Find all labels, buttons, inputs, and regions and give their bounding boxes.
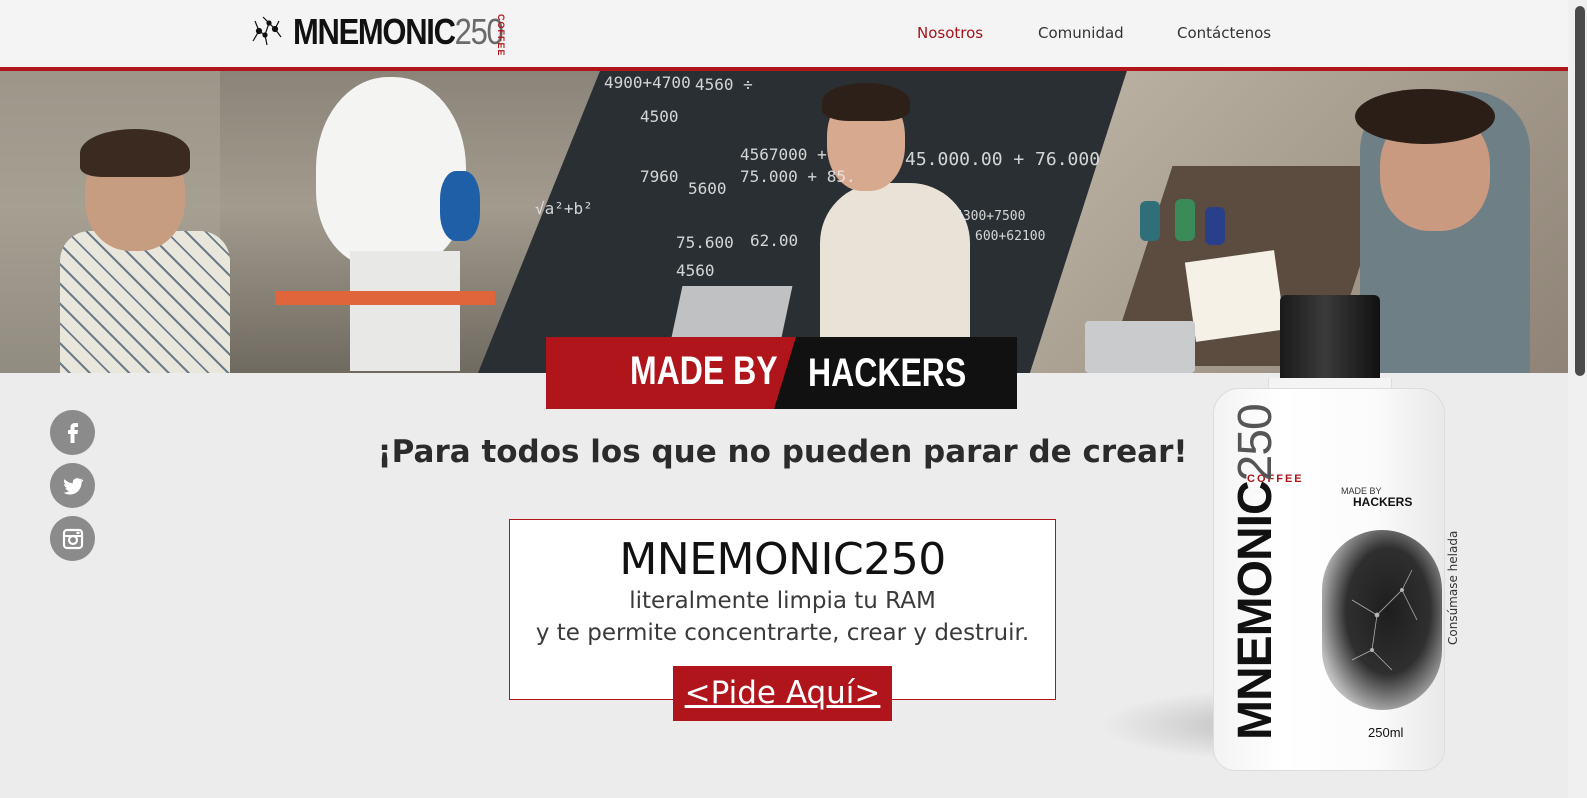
- nav-item-contactenos[interactable]: Contáctenos: [1177, 24, 1271, 42]
- bottle-side-text: Consúmase helada: [1446, 530, 1460, 645]
- instagram-glyph: [62, 528, 83, 549]
- nav-item-comunidad[interactable]: Comunidad: [1038, 24, 1124, 42]
- site-logo[interactable]: MNEMONIC250: [245, 8, 537, 56]
- bottle-volume: 250ml: [1368, 725, 1404, 740]
- instagram-icon[interactable]: [50, 516, 95, 561]
- badge-made-by: MADE BY: [630, 349, 778, 393]
- bottle-brand: MNEMONIC250: [1229, 404, 1282, 740]
- badge-hackers: HACKERS: [808, 351, 967, 395]
- made-by-hackers-badge: MADE BY HACKERS: [546, 337, 1017, 409]
- neuron-graphic: [1322, 530, 1442, 710]
- twitter-icon[interactable]: [50, 463, 95, 508]
- promo-line-1: literalmente limpia tu RAM: [629, 588, 936, 614]
- promo-title: MNEMONIC250: [619, 534, 946, 585]
- scrollbar-thumb[interactable]: [1575, 6, 1585, 376]
- nav-item-nosotros[interactable]: Nosotros: [917, 24, 983, 42]
- neuron-icon: [1351, 569, 1418, 671]
- facebook-icon[interactable]: [50, 410, 95, 455]
- top-nav-bar: [0, 0, 1568, 68]
- tagline: ¡Para todos los que no pueden parar de c…: [377, 434, 1188, 470]
- logo-coffee-label: COFFEE: [496, 14, 506, 57]
- order-button[interactable]: <Pide Aquí>: [673, 666, 892, 721]
- scrollbar[interactable]: [1568, 0, 1587, 798]
- logo-brain-icon: [252, 16, 282, 46]
- bottle-hackers: HACKERS: [1353, 495, 1413, 509]
- logo-wordmark: MNEMONIC250: [293, 11, 504, 52]
- facebook-glyph: [67, 422, 78, 443]
- twitter-glyph: [62, 477, 84, 494]
- promo-line-2: y te permite concentrarte, crear y destr…: [535, 620, 1030, 646]
